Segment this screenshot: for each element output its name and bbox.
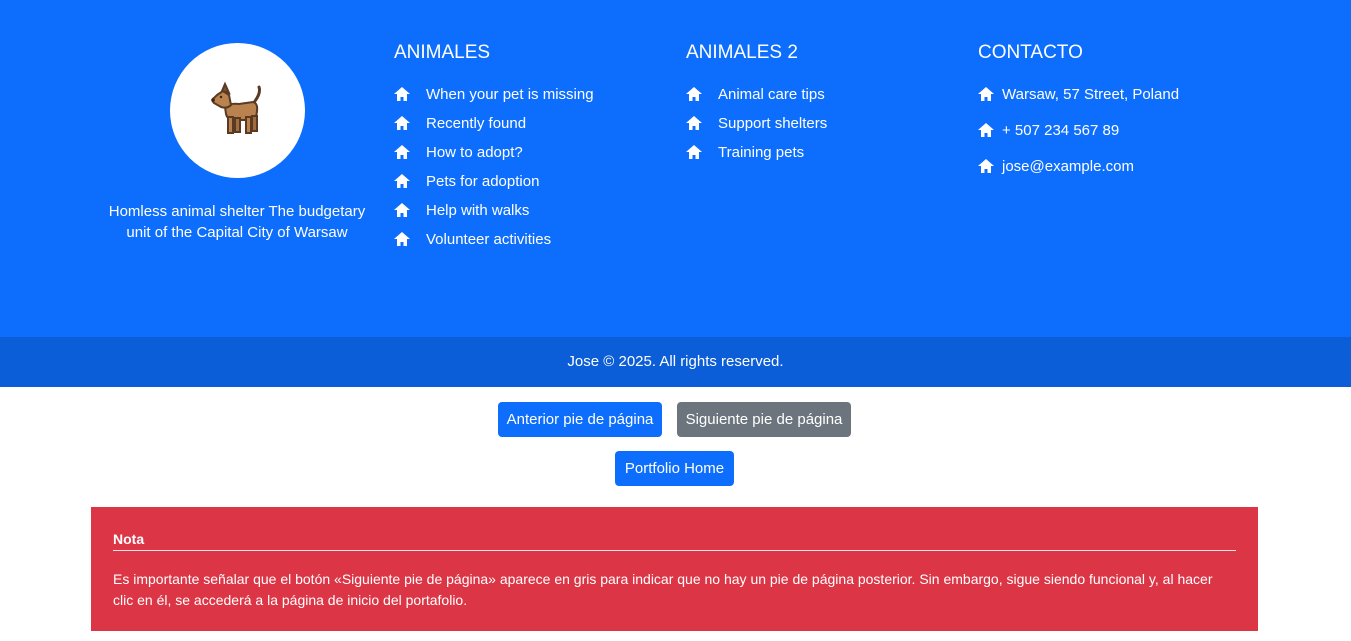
home-icon	[978, 87, 994, 101]
dog-icon	[211, 81, 261, 134]
footer-column-contacto: CONTACTO Warsaw, 57 Street, Poland + 507…	[978, 43, 1248, 193]
home-icon	[686, 87, 702, 101]
home-icon	[394, 232, 410, 246]
contact-phone[interactable]: + 507 234 567 89	[978, 121, 1248, 139]
brand-description: Homless animal shelter The budgetary uni…	[108, 203, 366, 241]
contact-email[interactable]: jose@example.com	[978, 157, 1248, 175]
next-footer-button[interactable]: Siguiente pie de página	[677, 402, 851, 437]
portfolio-home-button[interactable]: Portfolio Home	[615, 451, 734, 486]
contact-address: Warsaw, 57 Street, Poland	[978, 85, 1248, 103]
footer-brand: Homless animal shelter The budgetary uni…	[108, 43, 366, 243]
column-title: ANIMALES 2	[686, 42, 798, 63]
copyright-text: Jose © 2025. All rights reserved.	[567, 353, 784, 370]
home-icon	[978, 159, 994, 173]
home-icon	[394, 174, 410, 188]
footer-link[interactable]: Help with walks	[394, 201, 664, 219]
footer-link[interactable]: Volunteer activities	[394, 230, 664, 248]
note-alert: Nota Es importante señalar que el botón …	[91, 507, 1258, 631]
previous-footer-button[interactable]: Anterior pie de página	[498, 402, 662, 437]
footer-link[interactable]: How to adopt?	[394, 143, 664, 161]
footer-link[interactable]: Pets for adoption	[394, 172, 664, 190]
footer-link[interactable]: Support shelters	[686, 114, 956, 132]
footer-link[interactable]: Animal care tips	[686, 85, 956, 103]
column-title: ANIMALES	[394, 42, 491, 63]
logo-circle	[169, 43, 305, 178]
footer-link[interactable]: Training pets	[686, 143, 956, 161]
copyright-bar: Jose © 2025. All rights reserved.	[0, 337, 1351, 387]
home-icon	[394, 145, 410, 159]
note-body: Es importante señalar que el botón «Sigu…	[113, 571, 1213, 608]
home-icon	[686, 116, 702, 130]
footer-main: Homless animal shelter The budgetary uni…	[0, 0, 1351, 337]
home-icon	[686, 145, 702, 159]
footer-column-animales: ANIMALES When your pet is missing Recent…	[394, 43, 664, 259]
home-icon	[394, 116, 410, 130]
footer-link[interactable]: When your pet is missing	[394, 85, 664, 103]
home-icon	[394, 203, 410, 217]
footer-column-animales-2: ANIMALES 2 Animal care tips Support shel…	[686, 43, 956, 172]
column-title: CONTACTO	[978, 42, 1083, 63]
note-title: Nota	[113, 531, 1236, 551]
home-icon	[394, 87, 410, 101]
footer-link[interactable]: Recently found	[394, 114, 664, 132]
home-icon	[978, 123, 994, 137]
